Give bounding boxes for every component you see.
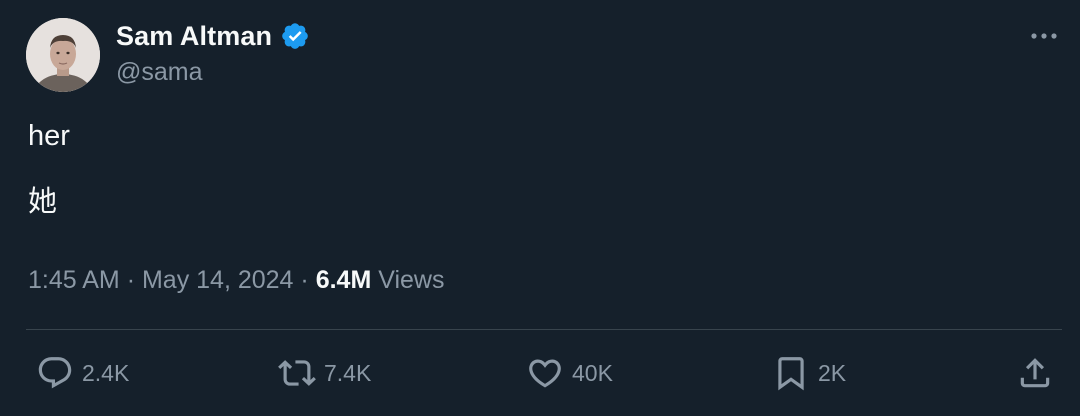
meta-separator: · (300, 266, 309, 294)
like-count: 40K (572, 359, 613, 386)
tweet-metadata: 1:45 AM · May 14, 2024 · 6.4M Views (28, 266, 445, 295)
tweet-text-line-1: her (28, 120, 70, 152)
bookmark-icon (778, 357, 804, 391)
meta-separator: · (126, 266, 136, 294)
share-button[interactable] (1016, 354, 1054, 392)
views-count[interactable]: 6.4M (316, 266, 372, 294)
retweet-button[interactable]: 7.4K (278, 354, 371, 392)
bookmark-count: 2K (818, 359, 847, 386)
avatar-image (26, 18, 100, 92)
reply-icon (38, 357, 72, 389)
author-handle[interactable]: @sama (116, 58, 203, 87)
avatar[interactable] (26, 18, 100, 92)
tweet-date[interactable]: May 14, 2024 (142, 266, 294, 294)
verified-badge-icon (282, 23, 308, 49)
more-options-icon[interactable] (1028, 22, 1060, 50)
reply-count: 2.4K (82, 359, 130, 386)
tweet-card: Sam Altman @sama her 她 1:45 AM · May 14,… (0, 0, 1080, 416)
retweet-count: 7.4K (324, 359, 372, 386)
heart-icon (529, 359, 561, 388)
retweet-icon (278, 360, 316, 386)
views-label: Views (378, 266, 445, 294)
author-display-name[interactable]: Sam Altman (116, 21, 272, 52)
author-name-row[interactable]: Sam Altman (116, 18, 310, 54)
divider (26, 329, 1062, 330)
reply-button[interactable]: 2.4K (36, 354, 129, 392)
tweet-time[interactable]: 1:45 AM (28, 266, 120, 294)
share-icon (1020, 358, 1050, 388)
tweet-text-line-2: 她 (28, 186, 58, 218)
like-button[interactable]: 40K (526, 354, 613, 392)
bookmark-button[interactable]: 2K (772, 354, 846, 392)
